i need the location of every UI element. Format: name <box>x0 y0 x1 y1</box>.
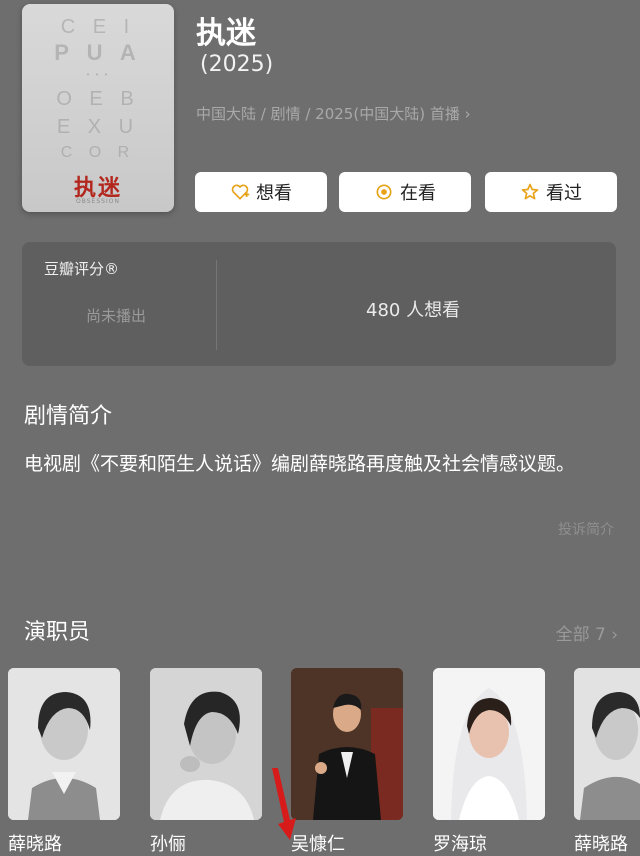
poster-subtitle: OBSESSION <box>76 198 120 205</box>
show-title: 执迷 <box>196 16 256 51</box>
plot-summary: 电视剧《不要和陌生人说话》编剧薛晓路再度触及社会情感议题。 <box>24 453 576 475</box>
portrait-image <box>574 668 640 820</box>
portrait-image <box>150 668 262 820</box>
poster-faint-line: • • • <box>86 70 110 79</box>
rating-status: 尚未播出 <box>86 307 147 325</box>
portrait-image <box>291 668 403 820</box>
portrait-image <box>433 668 545 820</box>
want-count: 480 人想看 <box>366 300 461 321</box>
target-icon <box>376 184 392 200</box>
portrait-image <box>8 668 120 820</box>
poster-faint-line: P U A <box>54 40 142 65</box>
cast-name-5[interactable]: 薛晓路 <box>574 830 628 856</box>
star-icon <box>521 183 539 200</box>
heart-plus-icon <box>231 184 250 200</box>
cast-name-2[interactable]: 孙俪 <box>150 830 186 856</box>
show-meta-link[interactable]: 中国大陆 / 剧情 / 2025(中国大陆) 首播 › <box>196 103 471 124</box>
cast-photo-2[interactable] <box>150 668 262 820</box>
cast-section-title: 演职员 <box>24 620 91 645</box>
poster-faint-line: E X U <box>56 116 140 138</box>
watched-label: 看过 <box>546 183 582 204</box>
watched-button[interactable]: 看过 <box>485 172 617 212</box>
cast-photo-5[interactable] <box>574 668 640 820</box>
want-to-watch-button[interactable]: 想看 <box>195 172 327 212</box>
report-summary-link[interactable]: 投诉简介 <box>558 519 614 539</box>
all-cast-link[interactable]: 全部 7 › <box>556 620 618 645</box>
cast-photo-4[interactable] <box>433 668 545 820</box>
show-year: (2025) <box>200 52 274 77</box>
rating-divider <box>216 260 217 350</box>
plot-section-title: 剧情简介 <box>24 404 113 429</box>
rating-card[interactable]: 豆瓣评分® 尚未播出 480 人想看 <box>22 242 616 366</box>
cast-name-4[interactable]: 罗海琼 <box>433 830 487 856</box>
want-to-watch-label: 想看 <box>256 183 292 204</box>
red-arrow-annotation <box>272 768 296 840</box>
watching-button[interactable]: 在看 <box>339 172 471 212</box>
watching-label: 在看 <box>400 183 436 204</box>
cast-photo-3[interactable] <box>291 668 403 820</box>
poster-faint-line: C E I <box>60 16 136 38</box>
cast-photo-1[interactable] <box>8 668 120 820</box>
cast-name-3[interactable]: 吴慷仁 <box>291 830 345 856</box>
rating-label: 豆瓣评分® <box>44 260 120 278</box>
poster-faint-line: O E B <box>56 88 140 110</box>
poster-image[interactable]: C E I P U A • • • O E B E X U C O R 执迷 O… <box>22 4 174 212</box>
poster-faint-line: C O R <box>60 144 136 161</box>
cast-name-1[interactable]: 薛晓路 <box>8 830 62 856</box>
